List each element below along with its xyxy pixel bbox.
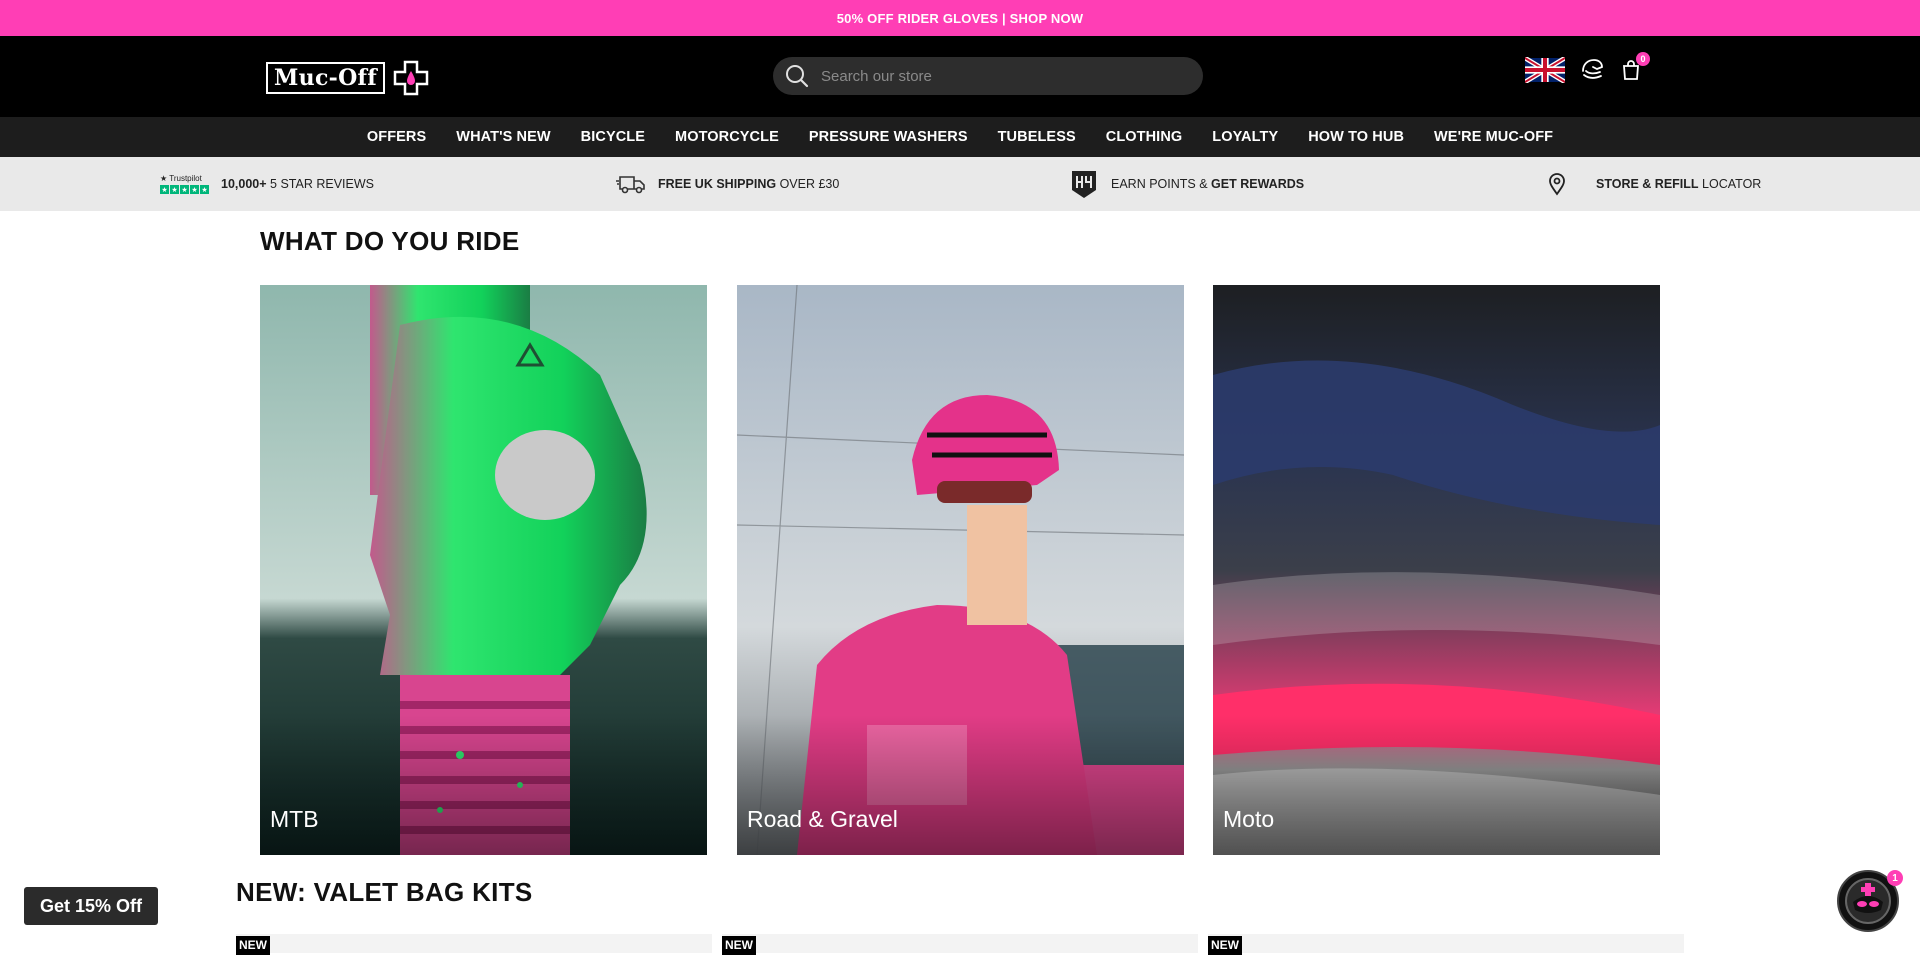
ride-card-moto[interactable]: Moto <box>1213 285 1660 855</box>
store-locator-text: STORE & REFILL LOCATOR <box>1596 177 1762 191</box>
rewards-text: EARN POINTS & GET REWARDS <box>1111 177 1305 191</box>
promo-text[interactable]: 50% OFF RIDER GLOVES | SHOP NOW <box>837 11 1084 26</box>
ride-section-title: WHAT DO YOU RIDE <box>260 226 520 256</box>
new-badge: NEW <box>1208 936 1242 955</box>
nav-item-were-muc-off[interactable]: WE'RE MUC-OFF <box>1434 129 1553 145</box>
nav-item-clothing[interactable]: CLOTHING <box>1106 129 1183 145</box>
ride-card-label[interactable]: Road & Gravel <box>747 806 898 833</box>
account-icon[interactable] <box>1579 57 1605 83</box>
main-nav: OFFERS WHAT'S NEW BICYCLE MOTORCYCLE PRE… <box>0 117 1920 157</box>
new-badge: NEW <box>722 936 756 955</box>
ride-card-label[interactable]: Moto <box>1223 806 1274 833</box>
chat-widget-button[interactable]: 1 <box>1837 870 1903 932</box>
nav-item-how-to-hub[interactable]: HOW TO HUB <box>1308 129 1404 145</box>
chat-notification-badge: 1 <box>1887 870 1903 886</box>
nav-item-bicycle[interactable]: BICYCLE <box>581 129 645 145</box>
new-badge: NEW <box>236 936 270 955</box>
nav-item-motorcycle[interactable]: MOTORCYCLE <box>675 129 779 145</box>
search-bar[interactable]: Search our store <box>773 57 1203 95</box>
ride-card-label[interactable]: MTB <box>270 806 319 833</box>
reviews-text: 10,000+ 5 STAR REVIEWS <box>221 177 374 191</box>
header-icons: 0 <box>1525 52 1650 83</box>
promo-banner[interactable]: 50% OFF RIDER GLOVES | SHOP NOW <box>0 0 1920 36</box>
nav-item-loyalty[interactable]: LOYALTY <box>1212 129 1278 145</box>
helmet-mascot-icon <box>1845 878 1891 924</box>
uk-flag-icon[interactable] <box>1525 57 1565 83</box>
nav-item-pressure-washers[interactable]: PRESSURE WASHERS <box>809 129 968 145</box>
nav-item-offers[interactable]: OFFERS <box>367 129 426 145</box>
muc-off-logo[interactable]: Muc-Off <box>266 60 429 96</box>
usp-bar: ★ Trustpilot ★ ★ ★ ★ ★ 10,000+ 5 STAR REVIEW… <box>0 157 1920 211</box>
ride-card-road-gravel[interactable]: Road & Gravel <box>737 285 1184 855</box>
product-card[interactable]: NEW <box>236 934 712 955</box>
card-shade <box>737 715 1184 855</box>
logo-wordmark: Muc-Off <box>266 62 386 94</box>
card-shade <box>260 715 707 855</box>
cart-icon[interactable]: 0 <box>1619 52 1650 82</box>
search-input[interactable]: Search our store <box>821 68 932 85</box>
location-pin-icon <box>1549 173 1565 196</box>
usp-rewards[interactable]: EARN POINTS & GET REWARDS <box>1069 157 1304 211</box>
nav-item-tubeless[interactable]: TUBELESS <box>998 129 1076 145</box>
usp-shipping[interactable]: FREE UK SHIPPING OVER £30 <box>616 157 839 211</box>
nav-item-whats-new[interactable]: WHAT'S NEW <box>456 129 550 145</box>
card-shade <box>1213 715 1660 855</box>
search-icon[interactable] <box>785 64 809 88</box>
ride-card-mtb[interactable]: MTB <box>260 285 707 855</box>
rewards-shield-icon <box>1072 171 1096 198</box>
trustpilot-stars-icon: ★ ★ ★ ★ ★ <box>160 185 209 194</box>
usp-reviews[interactable]: ★ Trustpilot ★ ★ ★ ★ ★ 10,000+ 5 STAR REVIEW… <box>160 157 374 211</box>
logo-cross-icon <box>393 60 429 96</box>
site-header: Muc-Off Search our store 0 <box>0 36 1920 117</box>
delivery-truck-icon <box>616 176 645 194</box>
trustpilot-logo: ★ Trustpilot ★ ★ ★ ★ ★ <box>160 174 209 194</box>
valet-section-title: NEW: VALET BAG KITS <box>236 877 533 907</box>
usp-store-locator[interactable]: STORE & REFILL LOCATOR <box>1546 157 1761 211</box>
discount-button[interactable]: Get 15% Off <box>24 887 158 925</box>
product-card[interactable]: NEW <box>722 934 1198 955</box>
trustpilot-label: ★ Trustpilot <box>160 174 202 183</box>
cart-count-badge: 0 <box>1636 52 1650 66</box>
shipping-text: FREE UK SHIPPING OVER £30 <box>658 177 840 191</box>
product-card[interactable]: NEW <box>1208 934 1684 955</box>
